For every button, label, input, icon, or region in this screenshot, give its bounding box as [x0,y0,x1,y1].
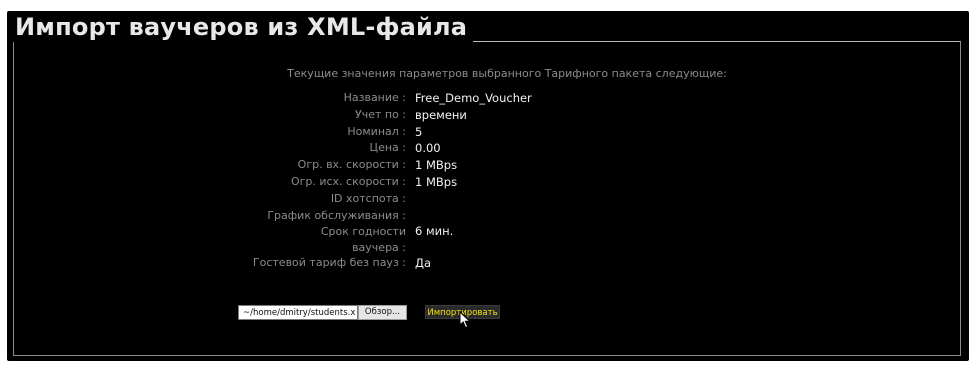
param-value: 1 MBps [415,158,458,173]
param-label: Огр. вх. скорости : [297,158,406,172]
file-chooser: ~/home/dmitry/students.x Обзор... [238,305,407,320]
param-row-nominal: Номинал : 5 [230,124,650,141]
param-label: Гостевой тариф без пауз : [252,256,406,270]
param-label: Цена : [369,141,406,155]
param-label: Номинал : [347,124,406,138]
params-list: Название : Free_Demo_Voucher Учет по : в… [230,90,650,272]
param-label: Срок годности ваучера : [230,224,415,255]
param-value: времени [415,107,467,122]
param-value: 6 мин. [415,224,454,239]
param-value: Да [415,256,432,271]
param-label: ID хотспота : [330,191,406,205]
param-row-validity: Срок годности ваучера : 6 мин. [230,224,650,255]
param-row-accounting: Учет по : времени [230,107,650,124]
mouse-pointer-icon [459,311,471,329]
file-path-input[interactable]: ~/home/dmitry/students.x [238,305,358,320]
param-label: Огр. исх. скорости : [290,174,406,188]
param-label: График обслуживания : [267,208,406,222]
param-value: Free_Demo_Voucher [415,91,532,105]
param-row-hotspot-id: ID хотспота : [230,191,650,208]
param-row-name: Название : Free_Demo_Voucher [230,90,650,107]
page-title: Импорт ваучеров из XML-файла [12,12,474,42]
param-row-in-speed: Огр. вх. скорости : 1 MBps [230,157,650,174]
browse-button[interactable]: Обзор... [358,305,407,320]
param-value: 5 [415,124,423,139]
param-label-line1: Срок годности [320,225,406,239]
param-row-schedule: График обслуживания : [230,208,650,225]
intro-text: Текущие значения параметров выбранного Т… [287,67,727,80]
param-value: 1 MBps [415,174,458,189]
param-label: Название : [343,91,406,104]
param-row-guest-tariff: Гостевой тариф без пауз : Да [230,255,650,272]
param-row-price: Цена : 0.00 [230,140,650,157]
param-row-out-speed: Огр. исх. скорости : 1 MBps [230,174,650,191]
param-label: Учет по : [355,107,406,121]
param-label-line2: ваучера : [352,240,406,254]
param-value: 0.00 [415,141,441,156]
